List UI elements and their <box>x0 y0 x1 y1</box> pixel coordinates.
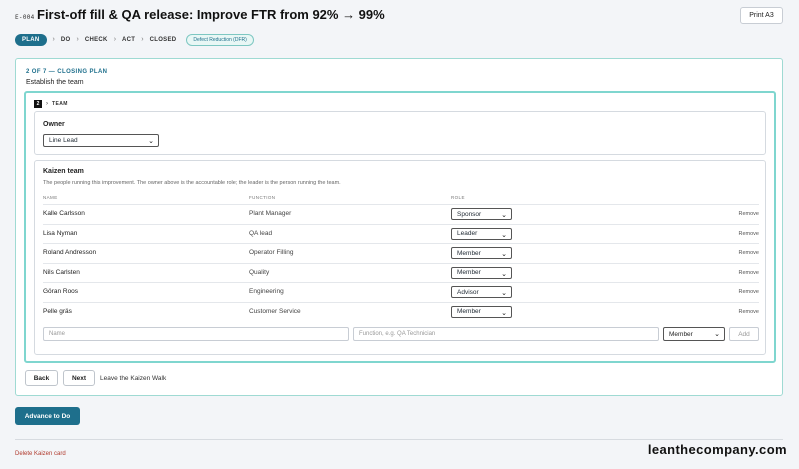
table-row: Kalle Carlsson Plant Manager Sponsor ⌄ Re… <box>43 204 759 224</box>
remove-member-link[interactable]: Remove <box>739 231 759 237</box>
member-role-value: Advisor <box>457 288 479 296</box>
remove-member-link[interactable]: Remove <box>739 309 759 315</box>
card-code: E-004 <box>15 14 35 21</box>
table-row: Lisa Nyman QA lead Leader ⌄ Remove <box>43 223 759 244</box>
chevron-down-icon: ⌄ <box>501 309 507 317</box>
team-table: Kalle Carlsson Plant Manager Sponsor ⌄ Re… <box>43 204 759 321</box>
add-member-row: Name Function, e.g. QA Technician Member… <box>43 327 759 342</box>
footer-divider <box>15 439 783 440</box>
step-navigation: Back Next Leave the Kaizen Walk <box>25 370 166 386</box>
member-role-value: Member <box>457 249 481 257</box>
table-row: Nils Carlsten Quality Member ⌄ Remove <box>43 262 759 283</box>
chevron-right-icon: › <box>52 36 55 43</box>
plan-progress-label: 2 OF 7 — CLOSING PLAN <box>26 69 108 75</box>
member-function: QA lead <box>249 229 273 237</box>
team-section-header: 2 › TEAM <box>34 100 68 108</box>
new-member-role-select[interactable]: Member ⌄ <box>663 327 725 341</box>
chevron-right-icon: › <box>76 36 79 43</box>
table-row: Göran Roos Engineering Advisor ⌄ Remove <box>43 282 759 302</box>
table-row: Pelle gräs Customer Service Member ⌄ Remo… <box>43 301 759 322</box>
chevron-right-icon: › <box>46 101 48 107</box>
member-function: Quality <box>249 268 270 276</box>
chevron-down-icon: ⌄ <box>501 231 507 239</box>
chevron-down-icon: ⌄ <box>501 290 507 297</box>
page-title: First-off fill & QA release: Improve FTR… <box>37 7 385 22</box>
back-button[interactable]: Back <box>25 370 58 386</box>
column-name-header: NAME <box>43 195 58 200</box>
member-role-select[interactable]: Member ⌄ <box>451 247 512 259</box>
member-name: Roland Andresson <box>43 249 97 256</box>
kaizen-team-description: The people running this improvement. The… <box>43 180 341 186</box>
step-act[interactable]: ACT <box>122 37 135 43</box>
page-header: E-004 First-off fill & QA release: Impro… <box>15 7 783 29</box>
member-function: Customer Service <box>249 307 301 315</box>
delete-kaizen-card-link[interactable]: Delete Kaizen card <box>15 451 66 457</box>
owner-label: Owner <box>43 121 65 128</box>
member-name: Kalle Carlsson <box>43 210 85 217</box>
member-role-value: Member <box>457 308 481 315</box>
team-table-header: NAME FUNCTION ROLE <box>43 195 759 203</box>
owner-select[interactable]: Line Lead ⌄ <box>43 134 159 147</box>
member-function: Operator Filling <box>249 249 294 256</box>
member-role-select[interactable]: Member ⌄ <box>451 305 512 318</box>
remove-member-link[interactable]: Remove <box>739 270 759 276</box>
member-name: Pelle gräs <box>43 307 72 315</box>
chevron-down-icon: ⌄ <box>148 138 154 145</box>
member-function: Engineering <box>249 288 284 295</box>
new-member-name-input[interactable]: Name <box>43 327 349 341</box>
chevron-down-icon: ⌄ <box>714 331 720 338</box>
remove-member-link[interactable]: Remove <box>739 211 759 217</box>
kaizen-team-box: Kaizen team The people running this impr… <box>34 160 766 355</box>
chevron-down-icon: ⌄ <box>501 251 507 258</box>
member-role-value: Leader <box>457 230 478 237</box>
print-a3-button[interactable]: Print A3 <box>740 7 783 24</box>
member-name: Göran Roos <box>43 288 79 295</box>
column-role-header: ROLE <box>451 195 465 200</box>
next-button[interactable]: Next <box>63 370 95 386</box>
column-function-header: FUNCTION <box>249 195 276 200</box>
new-member-role-value: Member <box>669 330 693 338</box>
step-check[interactable]: CHECK <box>85 37 108 43</box>
step-do[interactable]: DO <box>61 37 71 43</box>
step-plan[interactable]: PLAN <box>15 33 47 46</box>
kaizen-team-title: Kaizen team <box>43 168 84 175</box>
member-name: Nils Carlsten <box>43 268 80 276</box>
remove-member-link[interactable]: Remove <box>739 250 759 256</box>
member-role-value: Sponsor <box>457 210 482 218</box>
leave-kaizen-walk-link[interactable]: Leave the Kaizen Walk <box>100 375 166 382</box>
member-role-value: Member <box>457 269 481 276</box>
advance-to-do-button[interactable]: Advance to Do <box>15 407 80 425</box>
add-member-button[interactable]: Add <box>729 327 759 341</box>
section-number-badge: 2 <box>34 100 42 108</box>
closing-plan-card: 2 OF 7 — CLOSING PLAN Establish the team… <box>15 58 783 396</box>
category-tag: Defect Reduction (DFR) <box>186 33 254 46</box>
plan-subtitle: Establish the team <box>26 79 84 86</box>
team-section: 2 › TEAM Owner Line Lead ⌄ Kaizen team T… <box>24 91 776 363</box>
step-closed[interactable]: CLOSED <box>150 37 177 43</box>
new-member-function-input[interactable]: Function, e.g. QA Technician <box>353 327 659 341</box>
member-name: Lisa Nyman <box>43 229 78 237</box>
member-role-select[interactable]: Sponsor ⌄ <box>451 208 512 220</box>
remove-member-link[interactable]: Remove <box>739 289 759 295</box>
table-row: Roland Andresson Operator Filling Member… <box>43 243 759 263</box>
watermark: leanthecompany.com <box>647 442 787 457</box>
owner-box: Owner Line Lead ⌄ <box>34 111 766 155</box>
chevron-right-icon: › <box>141 36 144 43</box>
chevron-right-icon: › <box>113 36 117 43</box>
section-label: TEAM <box>52 101 68 107</box>
chevron-down-icon: ⌄ <box>501 270 507 278</box>
owner-select-value: Line Lead <box>49 137 78 144</box>
member-function: Plant Manager <box>249 210 292 217</box>
phase-stepper: PLAN › DO › CHECK › ACT › CLOSED Defect … <box>15 33 254 46</box>
member-role-select[interactable]: Member ⌄ <box>451 266 512 279</box>
member-role-select[interactable]: Advisor ⌄ <box>451 286 512 298</box>
member-role-select[interactable]: Leader ⌄ <box>451 227 512 240</box>
chevron-down-icon: ⌄ <box>501 212 507 219</box>
